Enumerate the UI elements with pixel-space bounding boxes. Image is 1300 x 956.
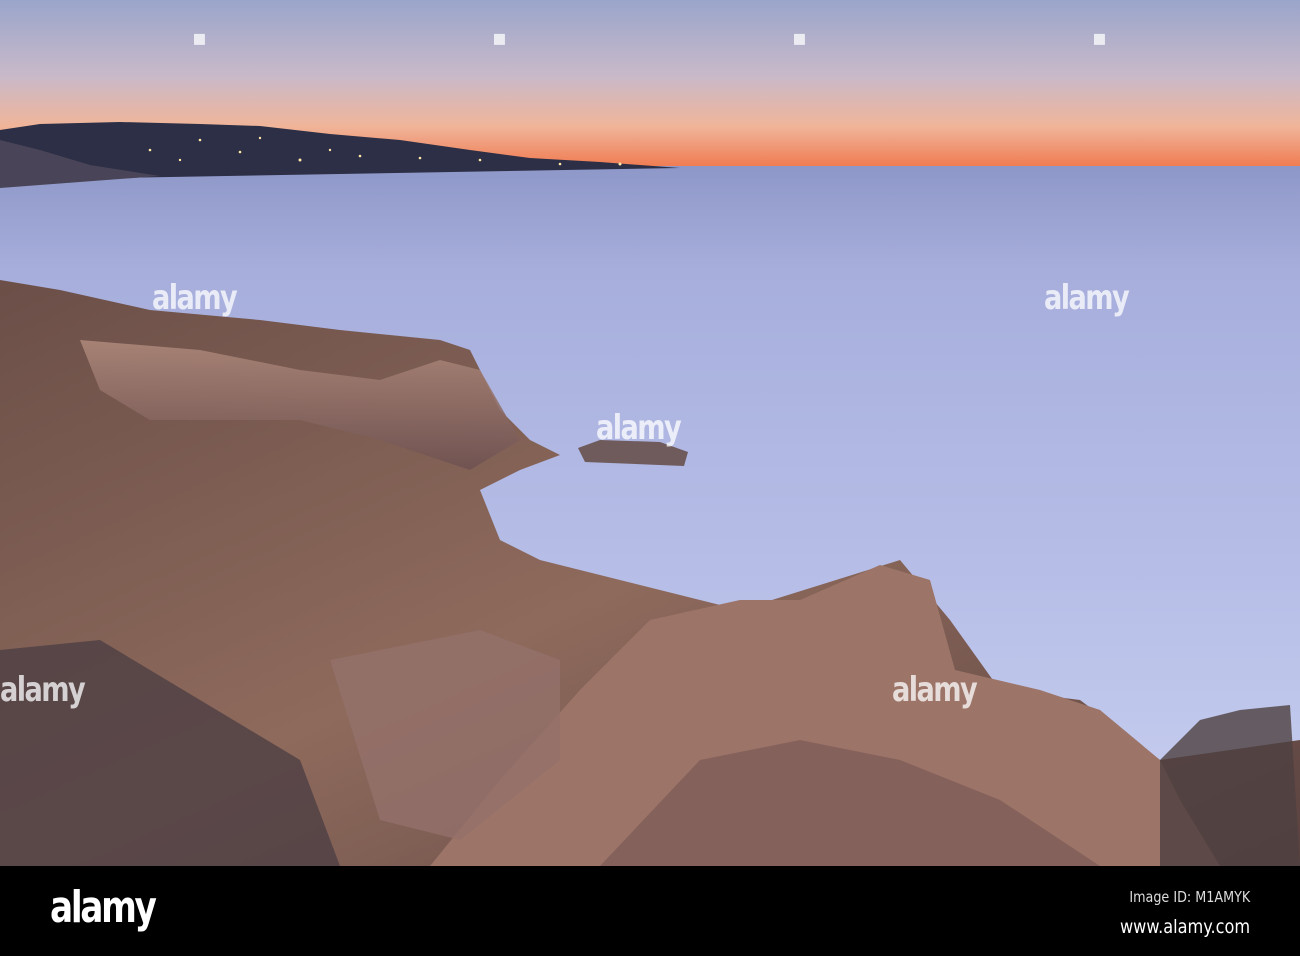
stock-photo: ▪ ▪ ▪ ▪ alamy alamy alamy alamy alamy al…	[0, 0, 1300, 956]
watermark: alamy	[152, 278, 238, 318]
footer-bar: alamy Image ID: M1AMYK www.alamy.com	[0, 866, 1300, 956]
watermark: alamy	[0, 670, 86, 710]
watermark: ▪	[492, 26, 507, 51]
watermark: alamy	[596, 408, 682, 448]
watermark: alamy	[1044, 278, 1130, 318]
watermark: ▪	[192, 26, 207, 51]
watermark: alamy	[892, 670, 978, 710]
watermark: ▪	[1092, 26, 1107, 51]
image-id: Image ID: M1AMYK	[1129, 888, 1250, 906]
alamy-logo: alamy	[50, 882, 157, 933]
site-url: www.alamy.com	[1119, 916, 1250, 938]
watermark: ▪	[792, 26, 807, 51]
